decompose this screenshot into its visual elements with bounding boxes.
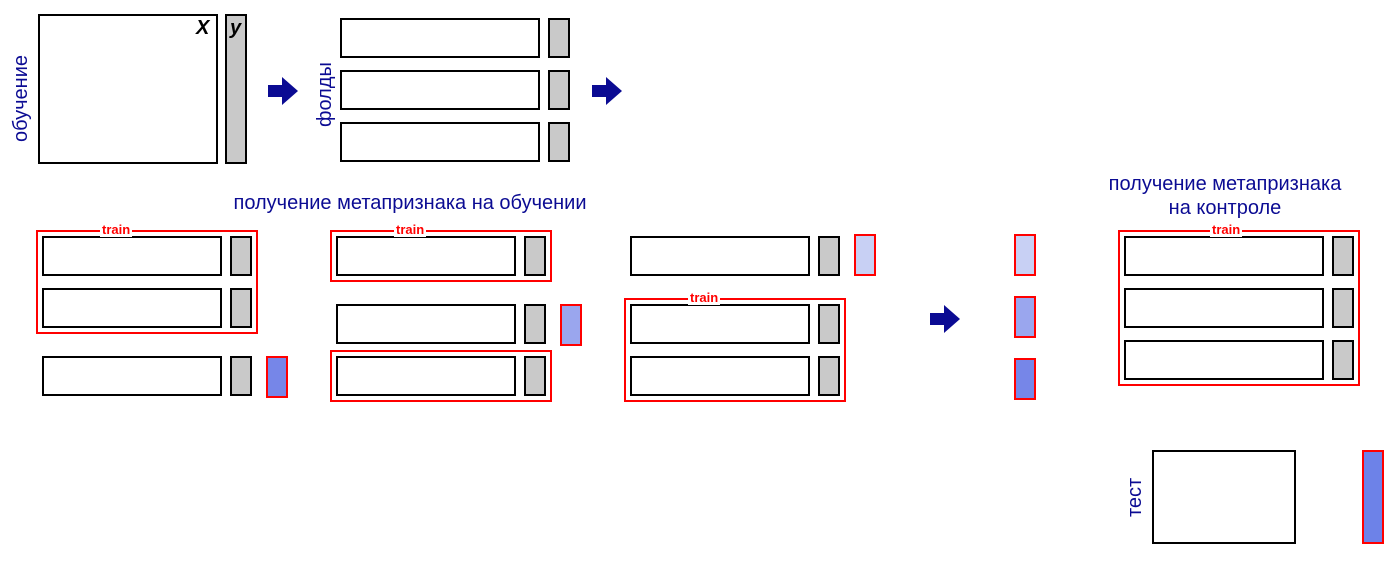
fold-x-2 bbox=[340, 70, 540, 110]
label-meta-on-control-line1: получение метапризнака bbox=[1070, 173, 1380, 196]
meta-pred-3 bbox=[1014, 358, 1036, 400]
arrow-train-to-folds bbox=[268, 77, 302, 107]
fold-y-2 bbox=[548, 70, 570, 110]
g1-train-outline bbox=[36, 230, 258, 334]
test-prediction bbox=[1362, 450, 1384, 544]
ctrl-train-label: train bbox=[1210, 222, 1242, 237]
ctrl-train-outline bbox=[1118, 230, 1360, 386]
label-folds: фолды bbox=[314, 40, 337, 150]
x-symbol: X bbox=[196, 17, 209, 40]
g2-train-outline-a bbox=[330, 230, 552, 282]
fold-x-1 bbox=[340, 18, 540, 58]
test-x-matrix bbox=[1152, 450, 1296, 544]
g1-fold-x-3 bbox=[42, 356, 222, 396]
train-x-matrix bbox=[38, 14, 218, 164]
g1-fold-y-3 bbox=[230, 356, 252, 396]
fold-y-1 bbox=[548, 18, 570, 58]
fold-x-3 bbox=[340, 122, 540, 162]
g2-train-outline-b bbox=[330, 350, 552, 402]
g2-fold-y-2 bbox=[524, 304, 546, 344]
arrow-folds-to-meta bbox=[592, 77, 626, 107]
g3-fold-y-1 bbox=[818, 236, 840, 276]
g2-prediction bbox=[560, 304, 582, 346]
g3-train-label: train bbox=[688, 290, 720, 305]
meta-pred-2 bbox=[1014, 296, 1036, 338]
g2-train-label: train bbox=[394, 222, 426, 237]
g1-train-label: train bbox=[100, 222, 132, 237]
label-meta-on-control-line2: на контроле bbox=[1070, 197, 1380, 220]
label-meta-on-train: получение метапризнака на обучении bbox=[210, 192, 610, 215]
g1-prediction bbox=[266, 356, 288, 398]
fold-y-3 bbox=[548, 122, 570, 162]
label-test: тест bbox=[1124, 452, 1147, 542]
g2-fold-x-2 bbox=[336, 304, 516, 344]
y-symbol: y bbox=[230, 17, 241, 40]
g3-train-outline bbox=[624, 298, 846, 402]
meta-pred-1 bbox=[1014, 234, 1036, 276]
label-training: обучение bbox=[10, 28, 33, 168]
arrow-meta-combine bbox=[930, 305, 964, 335]
g3-fold-x-1 bbox=[630, 236, 810, 276]
g3-prediction bbox=[854, 234, 876, 276]
